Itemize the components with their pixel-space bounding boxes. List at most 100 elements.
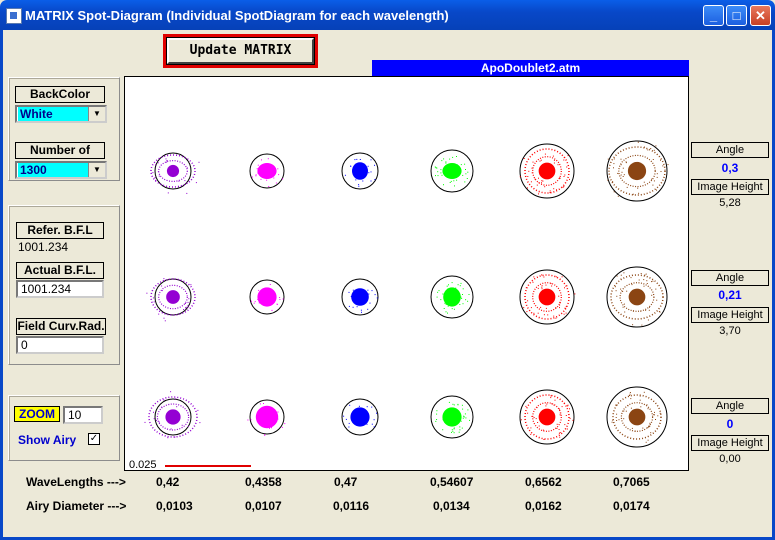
rays-select[interactable]: 1300 ▼ (15, 161, 107, 179)
ray-dot (543, 276, 545, 278)
ray-dot (360, 424, 361, 426)
ray-dot (541, 288, 543, 290)
ray-dot (525, 405, 527, 407)
ray-dot (184, 180, 186, 182)
ray-dot (538, 177, 539, 179)
ray-dot (353, 291, 355, 293)
ray-dot (185, 306, 187, 308)
ray-dot (538, 425, 540, 427)
ray-dot (349, 404, 351, 406)
ray-dot (343, 415, 345, 417)
ray-dot (620, 288, 622, 290)
ray-dot (656, 299, 658, 301)
ray-dot (566, 428, 568, 430)
ray-dot (451, 308, 453, 310)
ray-dot (259, 173, 261, 175)
ray-dot (355, 179, 357, 181)
ray-dot (163, 317, 165, 319)
ray-dot (460, 164, 462, 166)
ray-dot (655, 145, 657, 147)
ray-dot (537, 422, 539, 423)
chevron-down-icon[interactable]: ▼ (88, 107, 105, 121)
ray-dot (462, 174, 464, 176)
ray-dot (640, 310, 642, 312)
ray-dot (550, 283, 552, 285)
ray-dot (373, 426, 375, 428)
field-curv-input[interactable]: 0 (16, 336, 104, 354)
spot-diagram-2-4 (519, 389, 575, 445)
ray-dot (253, 302, 255, 304)
chevron-down-icon[interactable]: ▼ (88, 163, 105, 177)
ray-dot (275, 182, 277, 184)
ray-dot (345, 418, 347, 420)
ray-dot (653, 414, 655, 416)
ray-dot (551, 403, 553, 405)
ray-dot (622, 306, 624, 308)
ray-dot (563, 313, 565, 315)
minimize-button[interactable]: _ (703, 5, 724, 26)
ray-dot (559, 412, 561, 414)
spot-core (628, 288, 646, 306)
ray-dot (620, 278, 622, 280)
spot-core (442, 407, 462, 427)
ray-dot (454, 163, 456, 165)
ray-dot (358, 185, 360, 187)
ray-dot (569, 178, 570, 180)
ray-dot (198, 161, 200, 163)
ray-dot (534, 178, 536, 180)
ray-dot (569, 417, 571, 419)
scale-label: 0.025 (129, 459, 157, 471)
ray-dot (275, 412, 277, 414)
ray-dot (457, 404, 459, 406)
ray-dot (465, 299, 467, 301)
ray-dot (644, 274, 646, 276)
spot-core (442, 163, 462, 179)
ray-dot (258, 301, 260, 303)
show-airy-checkbox[interactable]: ✓ (88, 433, 100, 445)
ray-dot (459, 285, 461, 287)
actual-bfl-input[interactable]: 1001.234 (16, 280, 104, 298)
ray-dot (254, 301, 256, 303)
ray-dot (531, 172, 533, 174)
ray-dot (630, 277, 632, 279)
ray-dot (462, 294, 463, 295)
zoom-input[interactable]: 10 (63, 406, 103, 424)
ray-dot (559, 301, 561, 303)
ray-dot (348, 305, 350, 307)
ray-dot (350, 296, 352, 297)
ray-dot (447, 422, 449, 424)
ray-dot (267, 158, 269, 160)
ray-dot (455, 287, 457, 289)
settings-panel: BackColor White ▼ Number of rays 1300 ▼ (8, 77, 120, 181)
ray-dot (651, 294, 653, 296)
ray-dot (609, 308, 611, 310)
ray-dot (371, 406, 373, 408)
ray-dot (553, 159, 555, 161)
ray-dot (458, 295, 460, 296)
ray-dot (443, 308, 445, 309)
ray-dot (448, 401, 450, 403)
ray-dot (640, 406, 642, 408)
image-height-button-1[interactable]: Image Height (691, 179, 769, 195)
maximize-button[interactable]: □ (726, 5, 747, 26)
spot-diagram-1-1 (249, 279, 285, 315)
ray-dot (436, 410, 438, 412)
spot-core (165, 409, 181, 425)
app-icon (6, 8, 22, 24)
ray-dot (350, 165, 352, 167)
ray-dot (456, 179, 458, 181)
ray-dot (620, 274, 622, 276)
ray-dot (366, 423, 368, 425)
ray-dot (646, 280, 648, 282)
spot-core (628, 408, 646, 426)
ray-dot (541, 285, 543, 287)
close-button[interactable]: ✕ (750, 5, 771, 26)
image-height-button-2[interactable]: Image Height (691, 307, 769, 323)
angle-value-1: 0,3 (721, 161, 739, 175)
update-matrix-button[interactable]: Update MATRIX (166, 37, 315, 65)
backcolor-select[interactable]: White ▼ (15, 105, 107, 123)
image-height-button-3[interactable]: Image Height (691, 435, 769, 451)
ray-dot (187, 426, 189, 427)
ray-dot (466, 178, 468, 179)
ray-dot (167, 192, 169, 194)
